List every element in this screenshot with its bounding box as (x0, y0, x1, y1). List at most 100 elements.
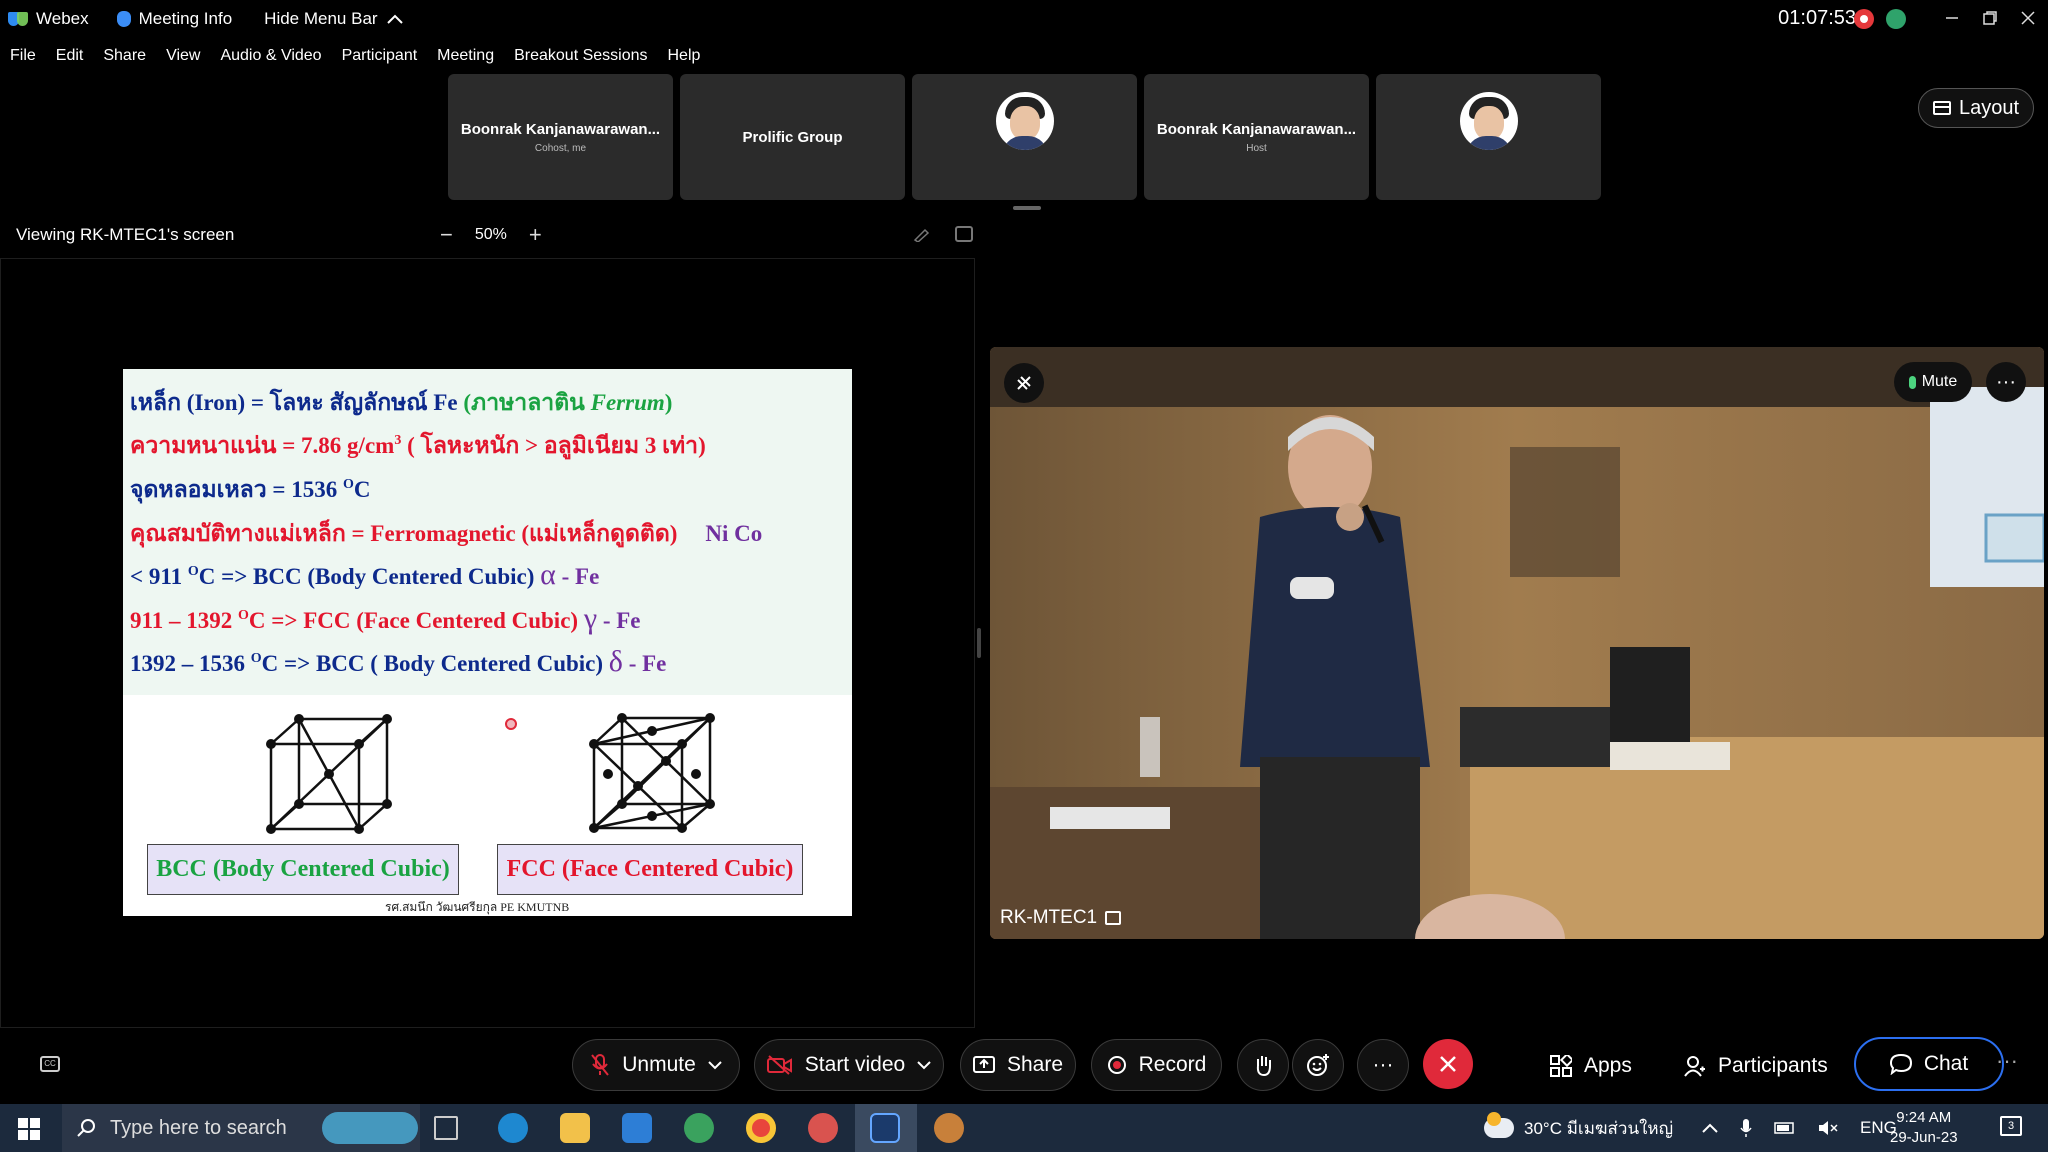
edge-browser-icon[interactable] (498, 1113, 528, 1143)
slide-text: δ (608, 645, 623, 678)
strip-resize-handle[interactable] (1013, 206, 1041, 210)
participant-tile-prolific-group[interactable]: Prolific Group (680, 74, 905, 200)
split-resize-handle[interactable] (977, 628, 981, 658)
mute-participant-button[interactable]: Mute (1894, 362, 1972, 402)
overflow-more-icon[interactable]: ··· (1996, 1048, 2018, 1074)
menu-meeting[interactable]: Meeting (427, 47, 504, 65)
notification-center-icon[interactable]: 3 (2000, 1116, 2022, 1136)
remote-control-icon[interactable] (955, 226, 973, 242)
windows-start-icon[interactable] (18, 1118, 40, 1140)
unpin-video-button[interactable] (1004, 363, 1044, 403)
layout-button[interactable]: Layout (1918, 88, 2034, 128)
slide-text: C (353, 477, 371, 502)
participant-tile-avatar[interactable] (912, 74, 1137, 200)
annotate-icon[interactable] (913, 226, 931, 243)
video-participant-name: RK-MTEC1 (1000, 907, 1098, 928)
participant-tile-me[interactable]: Boonrak Kanjanawarawan... Cohost, me (448, 74, 673, 200)
chevron-up-icon[interactable] (1702, 1123, 1718, 1133)
menu-participant[interactable]: Participant (332, 47, 428, 65)
chrome-profile-icon[interactable] (808, 1113, 838, 1143)
file-explorer-icon[interactable] (560, 1113, 590, 1143)
participants-icon (1684, 1056, 1705, 1077)
menu-breakout-sessions[interactable]: Breakout Sessions (504, 47, 657, 65)
video-frame-image (990, 347, 2044, 939)
chevron-down-icon[interactable] (708, 1060, 722, 1070)
mail-icon[interactable] (622, 1113, 652, 1143)
unpin-icon (1017, 376, 1031, 390)
more-options-button[interactable]: ··· (1357, 1039, 1409, 1091)
webex-taskbar-icon[interactable] (870, 1113, 900, 1143)
layout-label: Layout (1958, 96, 2020, 119)
chat-button[interactable]: Chat (1854, 1037, 2004, 1091)
speaker-muted-icon[interactable] (1818, 1120, 1838, 1136)
apps-button[interactable]: Apps (1550, 1045, 1632, 1087)
weather-cloud-icon (1484, 1112, 1514, 1138)
reactions-button[interactable] (1292, 1039, 1344, 1091)
menu-share[interactable]: Share (93, 47, 156, 65)
close-window-button[interactable] (2008, 0, 2048, 36)
zoom-controls: − 50% + (440, 222, 542, 248)
slide-text: ( โลหะหนัก > อลูมิเนียม 3 เท่า) (401, 433, 706, 458)
slide-text: - Fe (622, 651, 667, 676)
chrome-icon[interactable] (746, 1113, 776, 1143)
share-button[interactable]: Share (960, 1039, 1076, 1091)
speaker-video[interactable] (990, 347, 2044, 939)
record-label: Record (1138, 1053, 1207, 1076)
title-bar: Webex Meeting Info Hide Menu Bar 01:07:5… (0, 0, 2048, 38)
slide-text: (ภาษาลาติน (463, 390, 591, 415)
apps-label: Apps (1584, 1054, 1632, 1077)
slide-text: เหล็ก (Iron) = โลหะ สัญลักษณ์ Fe (130, 390, 464, 415)
menu-audio-video[interactable]: Audio & Video (210, 47, 331, 65)
zoom-in-button[interactable]: + (529, 222, 542, 248)
slide-text: C => BCC ( Body Centered Cubic) (261, 651, 609, 676)
slide-text: Ni Co (705, 521, 763, 546)
unmute-label: Unmute (622, 1053, 696, 1076)
meeting-info-button[interactable]: Meeting Info (109, 0, 241, 38)
participants-button[interactable]: Participants (1684, 1045, 1828, 1087)
network-health-icon[interactable] (1886, 9, 1906, 29)
participant-name: Prolific Group (742, 128, 843, 146)
slide-line-5: < 911 OC => BCC (Body Centered Cubic) α … (130, 558, 599, 592)
task-view-icon[interactable] (434, 1116, 458, 1140)
start-video-button[interactable]: Start video (754, 1039, 944, 1091)
chevron-down-icon[interactable] (917, 1060, 931, 1070)
raise-hand-icon (1256, 1056, 1271, 1076)
participant-tile-avatar-2[interactable] (1376, 74, 1601, 200)
weather-widget[interactable]: 30°C มีเมฆส่วนใหญ่ (1484, 1104, 1673, 1152)
game-app-icon[interactable] (934, 1113, 964, 1143)
record-button[interactable]: Record (1091, 1039, 1222, 1091)
leave-meeting-button[interactable] (1423, 1039, 1473, 1089)
minimize-button[interactable] (1932, 0, 1972, 36)
raise-hand-button[interactable] (1237, 1039, 1289, 1091)
app-name: Webex (36, 9, 89, 28)
clock-date: 29-Jun-23 (1890, 1129, 1958, 1146)
slide-text: C => BCC (Body Centered Cubic) (198, 564, 541, 589)
restore-button[interactable] (1970, 0, 2010, 36)
participant-role: Host (1246, 142, 1267, 154)
menu-view[interactable]: View (156, 47, 210, 65)
chevron-up-icon (386, 14, 403, 24)
search-highlight-image (322, 1112, 418, 1144)
microphone-icon[interactable] (1740, 1118, 1752, 1138)
hide-menu-bar-button[interactable]: Hide Menu Bar (256, 0, 411, 38)
fcc-lattice-diagram (589, 713, 715, 833)
zoom-out-button[interactable]: − (440, 222, 453, 248)
record-icon (1107, 1056, 1126, 1074)
video-name-label: RK-MTEC1 (1000, 907, 1122, 929)
video-more-button[interactable]: ··· (1986, 362, 2026, 402)
unmute-button[interactable]: Unmute (572, 1039, 740, 1091)
slide-credit: รศ.สมนึก วัฒนศรียกุล PE KMUTNB (385, 900, 570, 914)
slide-text: ) (664, 390, 673, 415)
menu-file[interactable]: File (0, 47, 46, 65)
microphone-muted-icon (591, 1054, 610, 1076)
menu-edit[interactable]: Edit (46, 47, 94, 65)
taskbar-clock[interactable]: 9:24 AM 29-Jun-23 (1890, 1108, 1958, 1148)
maps-globe-icon[interactable] (684, 1113, 714, 1143)
battery-icon[interactable] (1774, 1121, 1796, 1135)
closed-captions-icon[interactable]: CC (40, 1056, 60, 1072)
menu-help[interactable]: Help (658, 47, 711, 65)
slide-text: ความหนาแน่น = 7.86 g/cm (130, 433, 395, 458)
participant-tile-host[interactable]: Boonrak Kanjanawarawan... Host (1144, 74, 1369, 200)
meeting-info-label: Meeting Info (138, 9, 233, 28)
mute-label: Mute (1921, 373, 1958, 390)
